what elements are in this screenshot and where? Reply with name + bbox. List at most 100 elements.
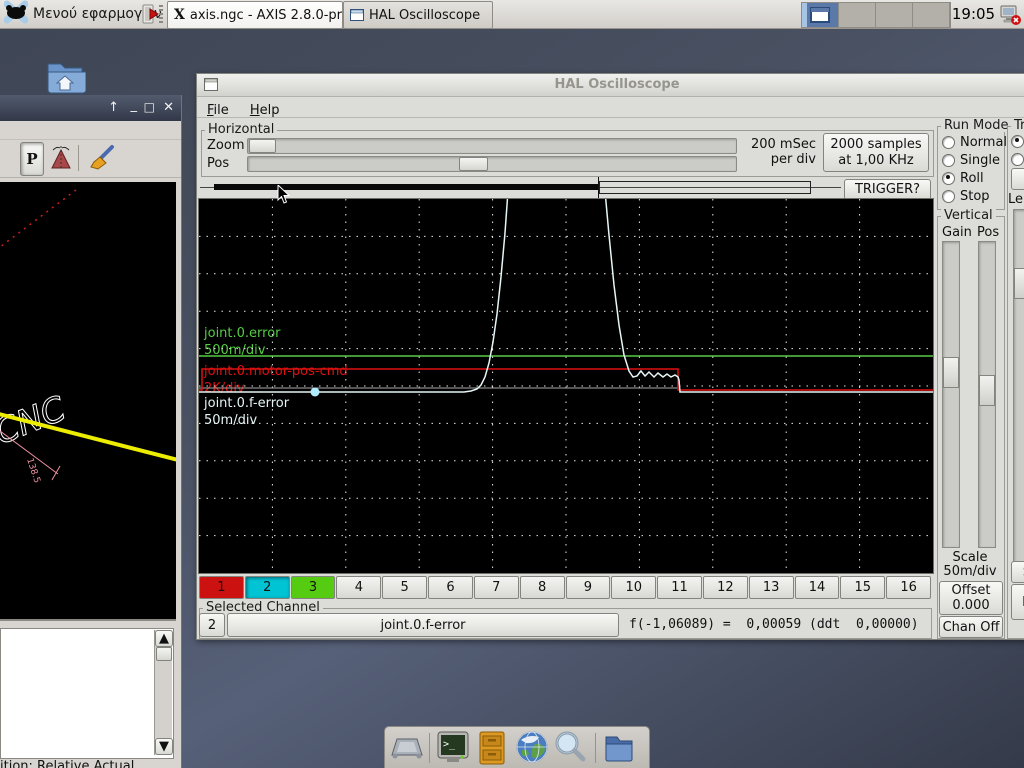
trigger-mode-partial-button[interactable]: N <box>1011 584 1024 620</box>
workspace-4[interactable] <box>913 3 950 27</box>
logout-button[interactable] <box>136 1 160 27</box>
halscope-menubar: File Help <box>197 96 1024 118</box>
file-manager-icon[interactable] <box>603 733 635 767</box>
offset-button[interactable]: Offset 0.000 <box>939 581 1003 615</box>
mouse-cursor <box>277 185 291 209</box>
xfce-logo-icon <box>4 0 28 28</box>
channel-button-1[interactable]: 1 <box>199 576 244 599</box>
pos-slider[interactable] <box>247 156 737 172</box>
trace-label-joint0-error: joint.0.error 500m/div <box>204 325 281 359</box>
brush-icon <box>88 143 116 173</box>
channel-button-8[interactable]: 8 <box>520 576 565 599</box>
workspace-2[interactable] <box>839 3 876 27</box>
trigger-level-thumb[interactable] <box>1014 268 1024 299</box>
terminal-icon[interactable]: >_ <box>437 731 469 768</box>
gain-slider[interactable] <box>942 241 960 548</box>
scroll-up-icon[interactable]: ▲ <box>155 630 173 647</box>
dock-separator-2 <box>595 733 596 763</box>
axis-mdi-history[interactable]: ▲ ▼ <box>0 628 174 759</box>
trigger-radio-1[interactable] <box>1011 132 1024 150</box>
workspace-pager[interactable] <box>801 2 951 28</box>
channel-button-2[interactable]: 2 <box>245 576 290 599</box>
timebase-readout: 200 mSec per div <box>736 137 816 167</box>
network-offline-icon <box>998 2 1022 26</box>
vertical-pos-label: Pos <box>977 225 999 240</box>
zoom-label: Zoom <box>207 138 244 153</box>
gain-slider-thumb[interactable] <box>943 357 959 388</box>
show-desktop-icon[interactable] <box>391 735 423 765</box>
zoom-slider-thumb[interactable] <box>249 139 276 153</box>
shade-icon[interactable]: ↑ <box>108 100 119 115</box>
channel-button-14[interactable]: 14 <box>795 576 840 599</box>
panel-grip[interactable] <box>159 5 163 23</box>
vertical-pos-slider[interactable] <box>978 241 996 548</box>
trigger-position-marker <box>598 177 599 199</box>
run-mode-roll[interactable]: Roll <box>942 169 1007 187</box>
trigger-level-slider[interactable] <box>1013 209 1024 581</box>
scroll-down-icon[interactable]: ▼ <box>155 738 173 755</box>
close-icon[interactable]: ✕ <box>163 100 174 115</box>
search-icon[interactable] <box>553 730 587 768</box>
channel-button-4[interactable]: 4 <box>336 576 381 599</box>
history-scrollbar[interactable]: ▲ ▼ <box>154 630 172 755</box>
trigger-button[interactable]: TRIGGER? <box>844 179 931 200</box>
halscope-titlebar[interactable]: HAL Oscilloscope <box>197 74 1024 97</box>
scope-display[interactable]: joint.0.error 500m/div joint.0.motor-pos… <box>198 198 934 574</box>
taskbar-window-axis-label: axis.ngc - AXIS 2.8.0-pre... <box>190 8 343 23</box>
workspace-1[interactable] <box>802 3 839 27</box>
samples-button[interactable]: 2000 samples at 1,00 KHz <box>823 133 929 172</box>
zoom-slider[interactable] <box>247 138 737 154</box>
taskbar-window-halscope[interactable]: HAL Oscilloscope <box>343 1 493 29</box>
channel-button-11[interactable]: 11 <box>657 576 702 599</box>
axis-toolbar: P <box>0 139 181 178</box>
run-mode-stop[interactable]: Stop <box>942 187 1007 205</box>
channel-button-13[interactable]: 13 <box>749 576 794 599</box>
channel-button-3[interactable]: 3 <box>291 576 336 599</box>
channel-button-9[interactable]: 9 <box>566 576 611 599</box>
channel-button-15[interactable]: 15 <box>840 576 885 599</box>
channel-row: 12345678910111213141516 <box>199 576 932 599</box>
clear-plot-button[interactable] <box>88 143 116 177</box>
channel-button-6[interactable]: 6 <box>428 576 473 599</box>
rotate-view-button[interactable] <box>48 144 74 176</box>
minimize-icon[interactable]: _ <box>131 98 138 113</box>
top-panel: Μενού εφαρμογών X axis.ngc - AXIS 2.8.0-… <box>0 0 1024 29</box>
run-mode-single[interactable]: Single <box>942 151 1007 169</box>
menu-file[interactable]: File <box>207 103 229 118</box>
chan-off-button[interactable]: Chan Off <box>939 616 1003 638</box>
svg-text:>_: >_ <box>443 739 456 750</box>
channel-button-5[interactable]: 5 <box>382 576 427 599</box>
maximize-icon[interactable]: □ <box>144 100 155 114</box>
scrollbar-thumb[interactable] <box>156 647 172 661</box>
trigger-legend: Tri <box>1011 119 1024 132</box>
menu-help[interactable]: Help <box>250 103 280 118</box>
trigger-partial-button[interactable] <box>1011 168 1024 190</box>
vertical-pos-slider-thumb[interactable] <box>979 375 995 406</box>
trigger-radio-2[interactable] <box>1011 150 1024 168</box>
run-mode-normal[interactable]: Normal <box>942 133 1007 151</box>
workspace-3[interactable] <box>876 3 913 27</box>
web-browser-icon[interactable] <box>515 730 549 768</box>
axis-titlebar[interactable]: ↑ _ □ ✕ <box>0 95 181 121</box>
channel-button-10[interactable]: 10 <box>611 576 656 599</box>
dock-separator <box>429 733 430 763</box>
window-menu-icon <box>204 78 218 91</box>
run-mode-options: NormalSingleRollStop <box>942 133 1007 205</box>
pos-slider-thumb[interactable] <box>459 157 488 171</box>
selected-channel-number: 2 <box>199 613 225 637</box>
channel-button-12[interactable]: 12 <box>703 576 748 599</box>
home-folder-desktop-icon[interactable] <box>44 56 86 98</box>
axis-preview[interactable]: CNC 138.5 <box>0 182 176 621</box>
taskbar-window-axis[interactable]: X axis.ngc - AXIS 2.8.0-pre... <box>167 1 343 29</box>
workspace-window-icon <box>810 7 830 23</box>
selected-channel-name-button[interactable]: joint.0.f-error <box>227 613 619 637</box>
network-status-tray[interactable] <box>998 1 1022 27</box>
dimension-text: 138.5 <box>24 457 41 485</box>
vertical-legend: Vertical <box>941 209 996 222</box>
trigger-source-partial-button[interactable]: S <box>1011 561 1024 583</box>
axis-menubar[interactable] <box>0 121 181 140</box>
perspective-view-button[interactable]: P <box>20 142 44 176</box>
channel-button-16[interactable]: 16 <box>886 576 931 599</box>
file-cabinet-icon[interactable] <box>479 731 505 768</box>
channel-button-7[interactable]: 7 <box>474 576 519 599</box>
